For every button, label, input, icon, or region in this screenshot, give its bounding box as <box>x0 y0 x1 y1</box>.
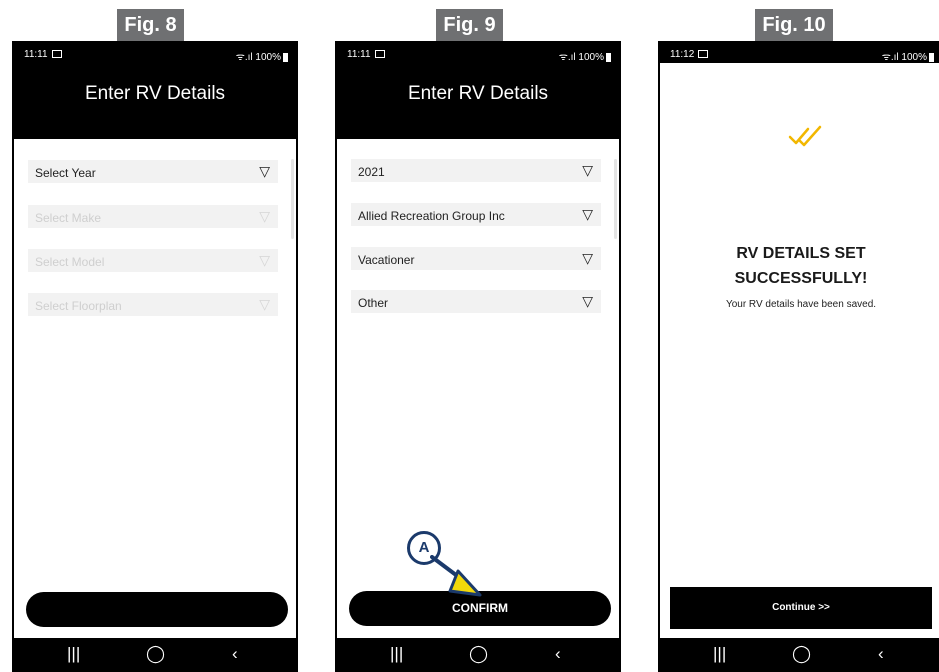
recents-icon[interactable]: ||| <box>67 644 80 664</box>
make-dropdown[interactable]: Allied Recreation Group Inc ▽ <box>351 203 601 226</box>
triangle-down-outline-icon: ▽ <box>582 206 593 222</box>
floorplan-dropdown[interactable]: Other ▽ <box>351 290 601 313</box>
dropdown-label: Select Year <box>35 166 96 180</box>
triangle-down-outline-icon: ▽ <box>582 162 593 178</box>
battery-icon <box>606 52 611 62</box>
sim-icon <box>698 50 709 59</box>
status-bar: 11:11 ᯤ.ıl 100% <box>12 41 298 63</box>
back-icon[interactable]: ‹ <box>878 644 884 664</box>
sim-icon <box>374 50 385 59</box>
status-bar: 11:12 ᯤ.ıl 100% <box>658 41 939 63</box>
triangle-down-outline-icon: ▽ <box>259 208 270 224</box>
success-title-line-1: RV DETAILS SET <box>736 245 866 262</box>
page-title: Enter RV Details <box>84 83 226 104</box>
scrollbar[interactable] <box>291 159 294 239</box>
dropdown-label: Allied Recreation Group Inc <box>358 209 505 223</box>
sim-icon <box>51 50 62 59</box>
fig-9-tag: Fig. 9 <box>436 9 503 41</box>
triangle-down-outline-icon: ▽ <box>259 163 270 179</box>
home-icon[interactable]: ◯ <box>469 644 488 664</box>
dropdown-label: Other <box>358 296 389 310</box>
success-title-line-2: SUCCESSFULLY! <box>734 270 868 287</box>
status-time: 11:12 <box>670 49 709 60</box>
triangle-down-outline-icon: ▽ <box>259 252 270 268</box>
continue-button[interactable]: Continue >> <box>670 587 932 629</box>
recents-icon[interactable]: ||| <box>390 644 403 664</box>
android-nav-bar: ||| ◯ ‹ <box>658 638 939 672</box>
scrollbar[interactable] <box>614 159 617 239</box>
status-time: 11:11 <box>24 49 62 60</box>
android-nav-bar: ||| ◯ ‹ <box>12 638 298 672</box>
status-right: ᯤ.ıl 100% <box>236 49 288 63</box>
page-title: Enter RV Details <box>407 83 549 104</box>
select-floorplan-dropdown[interactable]: Select Floorplan ▽ <box>28 293 278 316</box>
triangle-down-outline-icon: ▽ <box>582 293 593 309</box>
fig-10-tag: Fig. 10 <box>755 9 833 41</box>
form-area: Select Year ▽ Select Make ▽ Select Model… <box>14 139 296 638</box>
pointer-arrow-icon <box>430 555 482 597</box>
success-title: RV DETAILS SET SUCCESSFULLY! <box>660 241 939 291</box>
dropdown-label: Select Make <box>35 211 102 225</box>
recents-icon[interactable]: ||| <box>713 644 726 664</box>
dropdown-label: Vacationer <box>358 253 415 267</box>
phone-fig-8: 11:11 ᯤ.ıl 100% Enter RV Details Select … <box>12 41 298 672</box>
dropdown-label: Select Model <box>35 255 105 269</box>
home-icon[interactable]: ◯ <box>146 644 165 664</box>
select-year-dropdown[interactable]: Select Year ▽ <box>28 160 278 183</box>
select-model-dropdown[interactable]: Select Model ▽ <box>28 249 278 272</box>
triangle-down-outline-icon: ▽ <box>259 296 270 312</box>
double-check-icon <box>788 125 822 147</box>
battery-icon <box>283 52 288 62</box>
confirm-button-disabled[interactable] <box>26 592 288 627</box>
triangle-down-outline-icon: ▽ <box>582 250 593 266</box>
phone-fig-10: 11:12 ᯤ.ıl 100% RV DETAILS SET SUCCESSFU… <box>658 41 939 672</box>
back-icon[interactable]: ‹ <box>232 644 238 664</box>
home-icon[interactable]: ◯ <box>792 644 811 664</box>
status-right: ᯤ.ıl 100% <box>559 49 611 63</box>
status-right: ᯤ.ıl 100% <box>882 49 934 63</box>
back-icon[interactable]: ‹ <box>555 644 561 664</box>
status-bar: 11:11 ᯤ.ıl 100% <box>335 41 621 63</box>
fig-8-tag: Fig. 8 <box>117 9 184 41</box>
dropdown-label: 2021 <box>358 165 385 179</box>
dropdown-label: Select Floorplan <box>35 299 122 313</box>
android-nav-bar: ||| ◯ ‹ <box>335 638 621 672</box>
select-make-dropdown[interactable]: Select Make ▽ <box>28 205 278 228</box>
success-screen: RV DETAILS SET SUCCESSFULLY! Your RV det… <box>660 63 939 638</box>
status-time: 11:11 <box>347 49 385 60</box>
battery-icon <box>929 52 934 62</box>
success-message: Your RV details have been saved. <box>725 299 877 310</box>
model-dropdown[interactable]: Vacationer ▽ <box>351 247 601 270</box>
year-dropdown[interactable]: 2021 ▽ <box>351 159 601 182</box>
